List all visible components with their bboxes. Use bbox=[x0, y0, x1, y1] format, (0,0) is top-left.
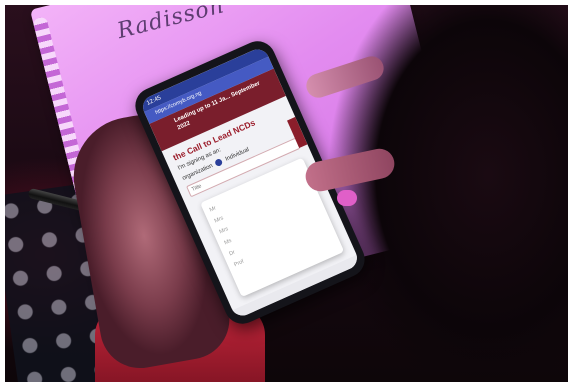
pink-fingernail bbox=[337, 190, 357, 206]
title-field-label: Title bbox=[190, 183, 203, 194]
photo: Radisson 12:45 https://cnmyb.org.ng Lead… bbox=[5, 5, 568, 382]
individual-radio[interactable] bbox=[214, 157, 224, 167]
notepad-logo: Radisson bbox=[114, 5, 227, 45]
